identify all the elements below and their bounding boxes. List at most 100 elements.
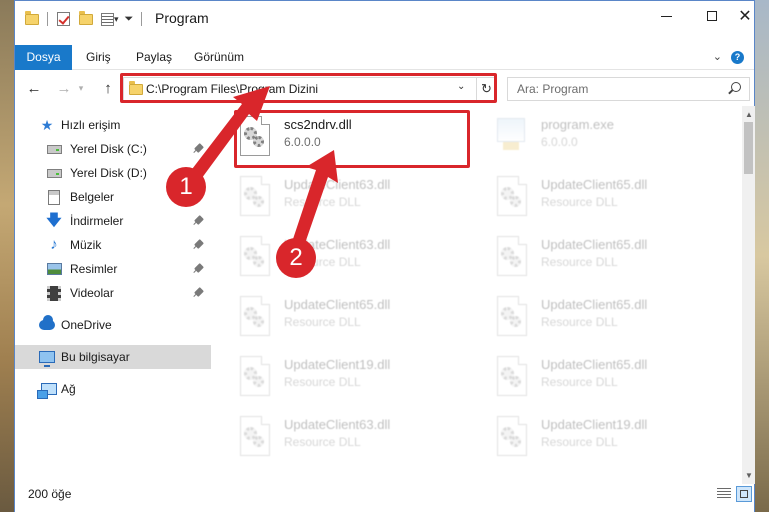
details-view-icon[interactable] bbox=[717, 488, 731, 500]
pin-icon bbox=[194, 215, 204, 225]
sidebar-item-local-disk-c[interactable]: Yerel Disk (C:) bbox=[15, 137, 211, 161]
sidebar-item-label: Belgeler bbox=[70, 190, 115, 204]
close-button[interactable]: ✕ bbox=[735, 1, 755, 31]
file-name: UpdateClient19.dll bbox=[284, 357, 391, 372]
sidebar-item-label: Müzik bbox=[70, 238, 102, 252]
documents-icon bbox=[46, 189, 62, 205]
toolbar-divider bbox=[47, 12, 48, 26]
vertical-scrollbar[interactable]: ▲ ▼ bbox=[742, 106, 755, 484]
file-item[interactable]: UpdateClient19.dll Resource DLL bbox=[493, 411, 733, 467]
customize-toolbar-icon[interactable]: ⏷ bbox=[125, 13, 134, 26]
file-item[interactable]: UpdateClient63.dll Resource DLL bbox=[236, 171, 476, 227]
item-count: 200 öğe bbox=[28, 487, 72, 501]
sidebar-item-music[interactable]: ♪ Müzik bbox=[15, 233, 211, 257]
address-highlight-box bbox=[120, 73, 497, 103]
ribbon-tabs: Dosya Giriş Paylaş Görünüm ⌄ ? bbox=[15, 45, 754, 70]
search-input[interactable] bbox=[508, 78, 723, 100]
callout-step-1: 1 bbox=[166, 167, 206, 207]
window-title: Program bbox=[155, 10, 209, 26]
file-item[interactable]: UpdateClient65.dll Resource DLL bbox=[493, 351, 733, 407]
file-highlight-box bbox=[234, 110, 470, 168]
downloads-icon: 🡇 bbox=[46, 212, 62, 229]
tab-home[interactable]: Giriş bbox=[72, 45, 125, 70]
desktop-background-left bbox=[0, 0, 14, 512]
dll-file-icon bbox=[493, 296, 531, 342]
file-name: program.exe bbox=[541, 117, 614, 132]
maximize-icon bbox=[707, 11, 717, 21]
dll-file-icon bbox=[493, 236, 531, 282]
file-name: UpdateClient65.dll bbox=[284, 297, 391, 312]
sidebar-item-label: Yerel Disk (C:) bbox=[70, 142, 147, 156]
folder-icon bbox=[25, 10, 39, 25]
sidebar-item-quick-access[interactable]: ★ Hızlı erişim bbox=[15, 113, 211, 137]
desktop-background-right bbox=[755, 0, 769, 512]
sidebar-item-label: İndirmeler bbox=[70, 214, 124, 228]
network-icon bbox=[37, 381, 57, 399]
sidebar-item-onedrive[interactable]: OneDrive bbox=[15, 313, 211, 337]
sidebar-item-label: Bu bilgisayar bbox=[61, 350, 130, 364]
file-item[interactable]: UpdateClient65.dll Resource DLL bbox=[236, 291, 476, 347]
callout-step-2: 2 bbox=[276, 238, 316, 278]
properties-check-icon[interactable] bbox=[57, 12, 70, 26]
file-item[interactable]: UpdateClient65.dll Resource DLL bbox=[493, 291, 733, 347]
sidebar-item-pictures[interactable]: Resimler bbox=[15, 257, 211, 281]
ribbon-expand-icon[interactable]: ⌄ bbox=[713, 50, 722, 63]
file-item[interactable]: UpdateClient65.dll Resource DLL bbox=[493, 231, 733, 287]
file-item[interactable]: UpdateClient19.dll Resource DLL bbox=[236, 351, 476, 407]
sidebar-item-label: Ağ bbox=[61, 382, 76, 396]
music-icon: ♪ bbox=[50, 236, 58, 253]
sidebar-item-network[interactable]: Ağ bbox=[15, 377, 211, 401]
exe-file-icon bbox=[493, 116, 529, 154]
sidebar-item-videos[interactable]: Videolar bbox=[15, 281, 211, 305]
dll-file-icon bbox=[236, 236, 274, 282]
up-button[interactable]: ↑ bbox=[97, 78, 119, 98]
tab-share[interactable]: Paylaş bbox=[122, 45, 186, 70]
file-item[interactable]: program.exe 6.0.0.0 bbox=[493, 111, 733, 167]
this-pc-icon bbox=[39, 349, 55, 367]
file-item[interactable]: UpdateClient63.dll Resource DLL bbox=[236, 411, 476, 467]
back-button[interactable]: ← bbox=[23, 78, 45, 98]
maximize-button[interactable] bbox=[689, 1, 735, 31]
quick-access-toolbar: ▾ ⏷ bbox=[25, 10, 143, 26]
file-item[interactable]: UpdateClient65.dll Resource DLL bbox=[493, 171, 733, 227]
pin-icon bbox=[194, 263, 204, 273]
dll-file-icon bbox=[236, 296, 274, 342]
file-description: Resource DLL bbox=[541, 315, 618, 329]
scroll-up-icon[interactable]: ▲ bbox=[745, 110, 753, 119]
videos-icon bbox=[46, 285, 62, 301]
file-name: UpdateClient65.dll bbox=[541, 357, 648, 372]
tab-file[interactable]: Dosya bbox=[15, 45, 72, 70]
rename-icon[interactable] bbox=[101, 12, 114, 26]
search-box[interactable] bbox=[507, 77, 750, 101]
status-bar: 200 öğe bbox=[15, 484, 754, 512]
onedrive-icon bbox=[39, 315, 55, 333]
forward-button[interactable]: → bbox=[53, 78, 75, 98]
dll-file-icon bbox=[236, 176, 274, 222]
new-folder-icon[interactable] bbox=[79, 10, 93, 25]
file-name: UpdateClient63.dll bbox=[284, 177, 391, 192]
chevron-down-icon[interactable]: ▾ bbox=[114, 14, 119, 25]
file-name: UpdateClient65.dll bbox=[541, 297, 648, 312]
star-icon: ★ bbox=[40, 117, 54, 133]
sidebar-item-label: Videolar bbox=[70, 286, 114, 300]
minimize-button[interactable] bbox=[643, 1, 689, 31]
file-name: UpdateClient63.dll bbox=[284, 417, 391, 432]
sidebar-item-this-pc[interactable]: Bu bilgisayar bbox=[15, 345, 211, 369]
recent-locations-button[interactable]: ▾ bbox=[75, 78, 87, 98]
file-item[interactable]: UpdateClient63.dll Resource DLL bbox=[236, 231, 476, 287]
tab-view[interactable]: Görünüm bbox=[180, 45, 258, 70]
large-icons-view-icon[interactable] bbox=[736, 486, 752, 502]
file-description: Resource DLL bbox=[284, 195, 361, 209]
file-name: UpdateClient65.dll bbox=[541, 237, 648, 252]
help-icon[interactable]: ? bbox=[731, 51, 744, 64]
pictures-icon bbox=[46, 261, 62, 277]
sidebar-item-downloads[interactable]: 🡇 İndirmeler bbox=[15, 209, 211, 233]
search-icon[interactable] bbox=[731, 82, 741, 92]
file-name: UpdateClient19.dll bbox=[541, 417, 648, 432]
sidebar-item-label: Resimler bbox=[70, 262, 118, 276]
scroll-down-icon[interactable]: ▼ bbox=[745, 471, 753, 480]
scrollbar-thumb[interactable] bbox=[744, 122, 753, 174]
navigation-pane: ★ Hızlı erişim Yerel Disk (C:) Yerel Dis… bbox=[15, 106, 211, 484]
dll-file-icon bbox=[493, 416, 531, 462]
pin-icon bbox=[194, 287, 204, 297]
